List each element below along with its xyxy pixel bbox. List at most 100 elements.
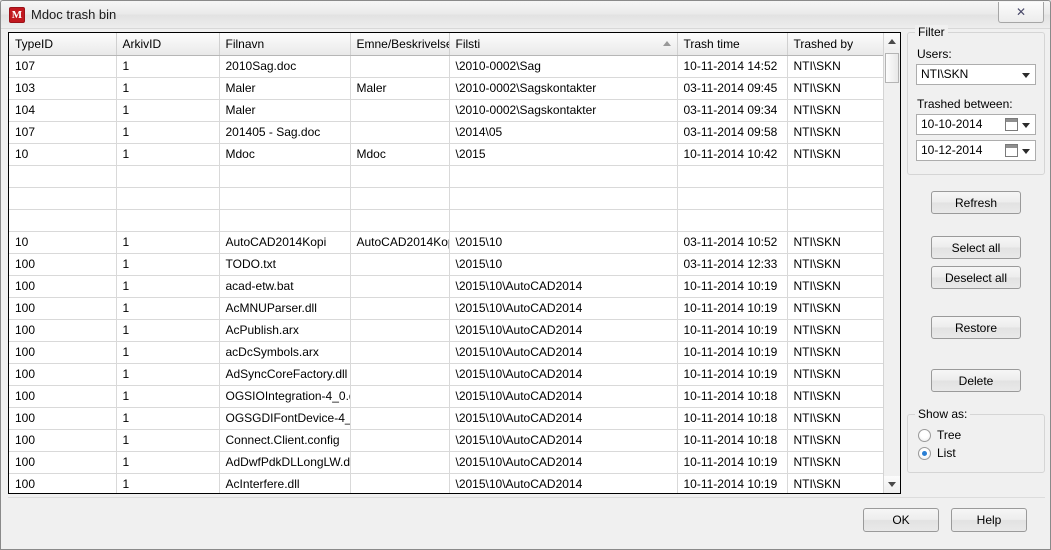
radio-option-list[interactable]: List [918, 446, 1036, 460]
radio-option-tree[interactable]: Tree [918, 428, 1036, 442]
table-row[interactable]: 107 1 201405 - Sag.doc \2014\05 03-11-2014 0… [9, 121, 890, 144]
table-row[interactable]: 104 1 Maler \2010-0002\Sagskontakter 03-11-2… [9, 99, 890, 122]
table-row[interactable]: 103 1 Maler Maler \2010-0002\Sagskontakter 03… [9, 77, 890, 100]
cell-filsti: \2015\10 [449, 187, 678, 210]
table-row[interactable]: 100 1 acad-etw.bat \2015\10\AutoCAD2014 10-1… [9, 275, 890, 298]
close-icon[interactable]: ✕ [998, 2, 1044, 23]
restore-button[interactable]: Restore [931, 316, 1021, 339]
table-row[interactable]: 10 1 Chrome Chrome \2015\10 21-10-2014 09:48 N… [9, 187, 890, 210]
table-row[interactable]: 100 1 OGSGDIFontDevice-4_... \2015\10\AutoC… [9, 407, 890, 430]
column-header-arkivid[interactable]: ArkivID [116, 33, 220, 56]
cell-filnavn: 201405 - Sag.doc [219, 121, 351, 144]
table-row[interactable]: 108 1 Kravspec.doc dfdfd \2015\10 24-10-2014 … [9, 209, 890, 232]
help-button[interactable]: Help [951, 508, 1027, 532]
cell-filnavn: OGSGDIFontDevice-4_... [219, 407, 351, 430]
cell-emne [350, 297, 450, 320]
cell-filnavn: AutoCAD2014Kopi [219, 231, 351, 254]
cell-typeid: 100 [9, 363, 117, 386]
cell-emne [350, 363, 450, 386]
table-row[interactable]: 10 1 AutoCAD2014Kopi AutoCAD2014Kopi \2015\1… [9, 231, 890, 254]
cell-filnavn: acDcSymbols.arx [219, 341, 351, 364]
table-body: 107 1 2010Sag.doc \2010-0002\Sag 10-11-2014 … [9, 55, 890, 493]
cell-filsti: \2015\10\AutoCAD2014 [449, 319, 678, 342]
mdoc-trash-bin-dialog: M Mdoc trash bin ✕ TypeID ArkivID Filnavn E… [0, 0, 1051, 550]
cell-filnavn: 2010Sag.doc [219, 55, 351, 78]
users-dropdown[interactable]: NTI\SKN [916, 64, 1036, 85]
cell-filnavn: OGSIOIntegration-4_0.dll [219, 385, 351, 408]
cell-emne [350, 341, 450, 364]
cell-filnavn: AcInterfere.dll [219, 473, 351, 493]
table-row[interactable]: 100 1 Connect.Client.config \2015\10\AutoCA… [9, 429, 890, 452]
cell-trashedby: NTI\SKN [787, 407, 890, 430]
date-from-picker[interactable]: 10-10-2014 [916, 114, 1036, 135]
table-row[interactable]: 100 1 mdocFields.txt \2015\10 10-11-2014 09:… [9, 165, 890, 188]
select-all-button[interactable]: Select all [931, 236, 1021, 259]
table-row[interactable]: 100 1 AcInterfere.dll \2015\10\AutoCAD2014 1… [9, 473, 890, 493]
cell-typeid: 100 [9, 165, 117, 188]
column-header-trashedby[interactable]: Trashed by [787, 33, 890, 56]
table-row[interactable]: 100 1 TODO.txt \2015\10 03-11-2014 12:33 NTI\… [9, 253, 890, 276]
cell-trashedby: NTI\SKN [787, 55, 890, 78]
table-row[interactable]: 100 1 AdSyncCoreFactory.dll \2015\10\AutoCA… [9, 363, 890, 386]
cell-trashedby: NTI\SKN [787, 187, 890, 210]
cell-arkivid: 1 [116, 99, 220, 122]
scroll-down-icon[interactable] [884, 476, 900, 493]
column-header-filnavn[interactable]: Filnavn [219, 33, 351, 56]
cell-trashtime: 10-11-2014 10:19 [677, 275, 788, 298]
cell-emne [350, 99, 450, 122]
show-as-group-label: Show as: [915, 407, 971, 421]
cell-trashtime: 10-11-2014 10:19 [677, 451, 788, 474]
cell-trashedby: NTI\SKN [787, 231, 890, 254]
table-row[interactable]: 100 1 OGSIOIntegration-4_0.dll \2015\10\Aut… [9, 385, 890, 408]
cell-trashedby: NTI\SKN [787, 385, 890, 408]
cell-emne [350, 275, 450, 298]
cell-typeid: 10 [9, 231, 117, 254]
column-header-filsti[interactable]: Filsti [449, 33, 678, 56]
column-header-trashtime[interactable]: Trash time [677, 33, 788, 56]
cell-arkivid: 1 [116, 407, 220, 430]
cell-arkivid: 1 [116, 363, 220, 386]
delete-button[interactable]: Delete [931, 369, 1021, 392]
show-as-groupbox: Show as: Tree List [907, 407, 1045, 473]
radio-label: Tree [937, 428, 962, 442]
table-row[interactable]: 100 1 AcPublish.arx \2015\10\AutoCAD2014 10-… [9, 319, 890, 342]
cell-arkivid: 1 [116, 429, 220, 452]
cell-arkivid: 1 [116, 341, 220, 364]
cell-trashtime: 10-11-2014 10:18 [677, 385, 788, 408]
cell-filsti: \2015\10 [449, 231, 678, 254]
table-row[interactable]: 100 1 AcMNUParser.dll \2015\10\AutoCAD2014 1… [9, 297, 890, 320]
table-row[interactable]: 107 1 2010Sag.doc \2010-0002\Sag 10-11-2014 … [9, 55, 890, 78]
vertical-scrollbar[interactable] [883, 33, 900, 493]
column-header-typeid[interactable]: TypeID [9, 33, 117, 56]
cell-filsti: \2015\10\AutoCAD2014 [449, 385, 678, 408]
deselect-all-button[interactable]: Deselect all [931, 266, 1021, 289]
cell-filsti: \2015\10\AutoCAD2014 [449, 407, 678, 430]
cell-trashedby: NTI\SKN [787, 165, 890, 188]
cell-filnavn: Maler [219, 99, 351, 122]
cell-trashtime: 21-10-2014 09:48 [677, 187, 788, 210]
column-header-emne[interactable]: Emne/Beskrivelse [350, 33, 450, 56]
cell-arkivid: 1 [116, 385, 220, 408]
cell-filsti: \2010-0002\Sagskontakter [449, 77, 678, 100]
cell-filsti: \2015 [449, 143, 678, 166]
cell-typeid: 107 [9, 121, 117, 144]
refresh-button[interactable]: Refresh [931, 191, 1021, 214]
cell-typeid: 100 [9, 473, 117, 493]
scroll-up-icon[interactable] [884, 33, 900, 50]
cell-trashtime: 03-11-2014 12:33 [677, 253, 788, 276]
ok-button[interactable]: OK [863, 508, 939, 532]
trash-items-grid[interactable]: TypeID ArkivID Filnavn Emne/Beskrivelse Fils… [8, 32, 901, 494]
cell-trashtime: 03-11-2014 09:45 [677, 77, 788, 100]
cell-emne: Maler [350, 77, 450, 100]
side-panel: Filter Users: NTI\SKN Trashed between: 1… [907, 25, 1045, 473]
scrollbar-thumb[interactable] [885, 53, 899, 83]
date-to-picker[interactable]: 10-12-2014 [916, 140, 1036, 161]
cell-typeid: 104 [9, 99, 117, 122]
table-row[interactable]: 100 1 AdDwfPdkDLLongLW.dll \2015\10\AutoCAD… [9, 451, 890, 474]
cell-typeid: 100 [9, 429, 117, 452]
table-row[interactable]: 10 1 Mdoc Mdoc \2015 10-11-2014 10:42 NTI\SKN [9, 143, 890, 166]
cell-trashtime: 10-11-2014 10:19 [677, 473, 788, 493]
cell-trashtime: 10-11-2014 10:19 [677, 297, 788, 320]
table-row[interactable]: 100 1 acDcSymbols.arx \2015\10\AutoCAD2014 1… [9, 341, 890, 364]
date-from-value: 10-10-2014 [921, 117, 983, 131]
